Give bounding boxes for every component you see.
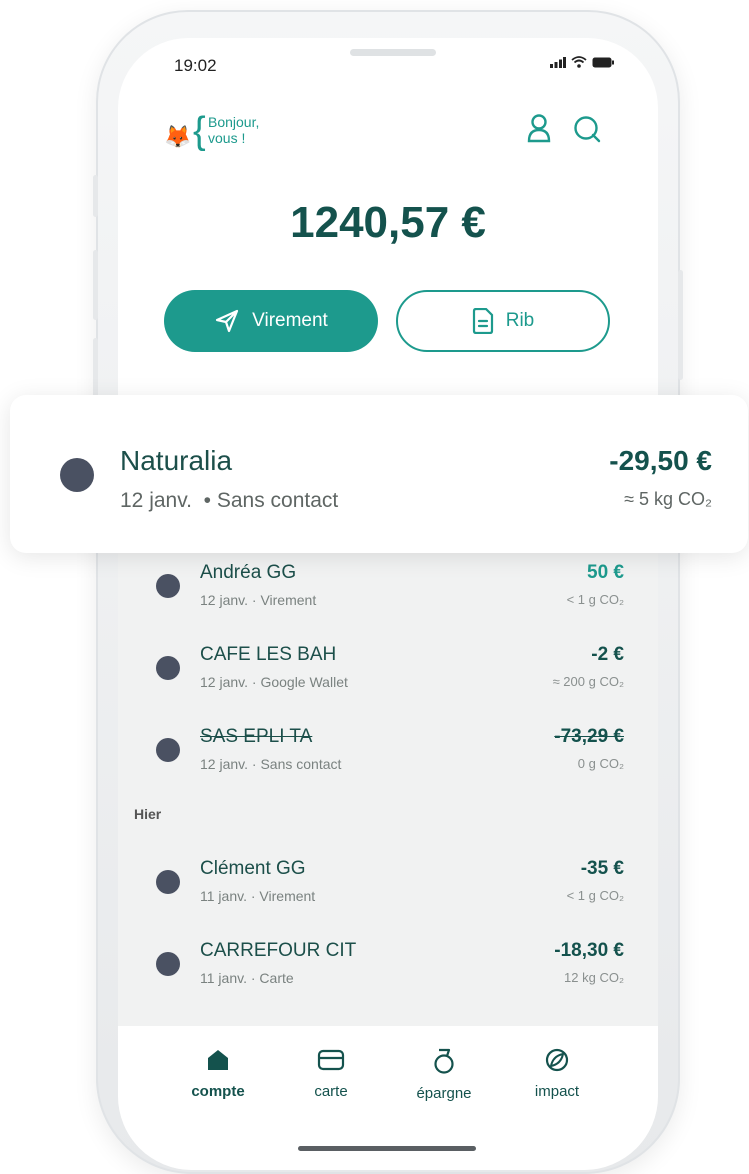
leaf-icon [545, 1048, 569, 1072]
profile-icon[interactable] [526, 114, 552, 144]
account-balance: 1240,57 € [290, 198, 486, 247]
tab-label: épargne [416, 1085, 472, 1102]
transaction-meta: 12 janv. · Google Wallet [200, 674, 348, 690]
transaction-name: Andréa GG [200, 562, 297, 583]
merchant-avatar [156, 574, 180, 598]
transaction-meta: 12 janv. • Sans contact [120, 489, 339, 512]
status-bar: 19:02 [118, 38, 658, 98]
tab-label: impact [534, 1083, 580, 1100]
fox-avatar-icon: 🦊 [164, 124, 192, 149]
transaction-co2: < 1 g CO₂ [566, 888, 624, 903]
transaction-amount: -35 € [580, 858, 624, 879]
status-time: 19:02 [174, 56, 217, 75]
transaction-row[interactable]: CARREFOUR CIT 11 janv. · Carte -18,30 € … [118, 938, 658, 998]
wifi-icon [571, 56, 587, 68]
document-icon [472, 308, 493, 334]
tab-impact[interactable]: impact [507, 1048, 607, 1100]
transaction-name: SAS EPLI TA [200, 726, 313, 747]
tab-label: compte [191, 1083, 245, 1100]
battery-icon [592, 57, 614, 67]
home-icon [208, 1050, 228, 1070]
card-icon [317, 1049, 345, 1071]
send-icon [216, 309, 239, 333]
transaction-co2: < 1 g CO₂ [566, 592, 624, 607]
transaction-row[interactable]: Andréa GG 12 janv. · Virement 50 € < 1 g… [118, 560, 658, 620]
phone-side-button [93, 175, 98, 217]
transaction-amount: -18,30 € [554, 940, 624, 961]
transaction-meta: 11 janv. · Virement [200, 888, 316, 904]
chat-icon[interactable] [572, 114, 602, 144]
transaction-meta: 12 janv. · Sans contact [200, 756, 342, 772]
highlighted-transaction-card[interactable]: Naturalia 12 janv. • Sans contact -29,50… [10, 395, 748, 553]
transaction-name: CAFE LES BAH [200, 644, 337, 665]
status-icons [550, 56, 614, 68]
transfer-button[interactable]: Virement [164, 290, 378, 352]
greeting-line-1: Bonjour, [208, 114, 260, 130]
home-indicator [298, 1146, 476, 1151]
greeting: Bonjour, vous ! [208, 114, 259, 146]
transaction-name: Naturalia [120, 445, 233, 476]
transaction-row[interactable]: CAFE LES BAH 12 janv. · Google Wallet -2… [118, 642, 658, 702]
transaction-amount: 50 € [587, 562, 624, 583]
transaction-meta: 11 janv. · Carte [200, 970, 294, 986]
transaction-co2: 0 g CO₂ [577, 756, 624, 771]
transaction-name: Clément GG [200, 858, 306, 879]
transaction-co2: 12 kg CO₂ [564, 970, 624, 985]
greeting-row: 🦊 { Bonjour, vous ! [118, 108, 658, 168]
merchant-avatar [156, 738, 180, 762]
transfer-button-label: Virement [252, 310, 328, 331]
merchant-avatar [156, 952, 180, 976]
transaction-row[interactable]: Clément GG 11 janv. · Virement -35 € < 1… [118, 856, 658, 916]
transaction-amount: -73,29 € [554, 726, 624, 747]
phone-side-button [93, 250, 98, 320]
tab-carte[interactable]: carte [281, 1048, 381, 1100]
signal-icon [550, 56, 566, 68]
rib-button[interactable]: Rib [396, 290, 610, 352]
phone-side-button [678, 270, 683, 380]
transaction-name: CARREFOUR CIT [200, 940, 357, 961]
account-header: 19:02 🦊 { Bonjour, vous ! 1240,57 € Vire… [118, 38, 658, 398]
transaction-amount: -29,50 € [609, 445, 712, 476]
merchant-avatar [60, 458, 94, 492]
transaction-co2: ≈ 5 kg CO₂ [624, 489, 712, 509]
tab-epargne[interactable]: épargne [394, 1048, 494, 1102]
transaction-row[interactable]: SAS EPLI TA 12 janv. · Sans contact -73,… [118, 724, 658, 784]
transaction-co2: ≈ 200 g CO₂ [552, 674, 624, 689]
savings-icon [434, 1048, 454, 1074]
bottom-tab-bar: compte carte épargne impact [118, 1026, 658, 1170]
greeting-line-2: vous ! [208, 130, 246, 146]
tab-label: carte [314, 1083, 348, 1100]
section-label-yesterday: Hier [134, 806, 162, 822]
merchant-avatar [156, 870, 180, 894]
tab-compte[interactable]: compte [168, 1048, 268, 1100]
speaker-notch [350, 49, 436, 56]
merchant-avatar [156, 656, 180, 680]
transaction-amount: -2 € [591, 644, 624, 665]
phone-screen: 19:02 🦊 { Bonjour, vous ! 1240,57 € Vire… [118, 38, 658, 1170]
rib-button-label: Rib [505, 310, 535, 331]
brace-decoration: { [193, 110, 206, 152]
transaction-meta: 12 janv. · Virement [200, 592, 317, 608]
